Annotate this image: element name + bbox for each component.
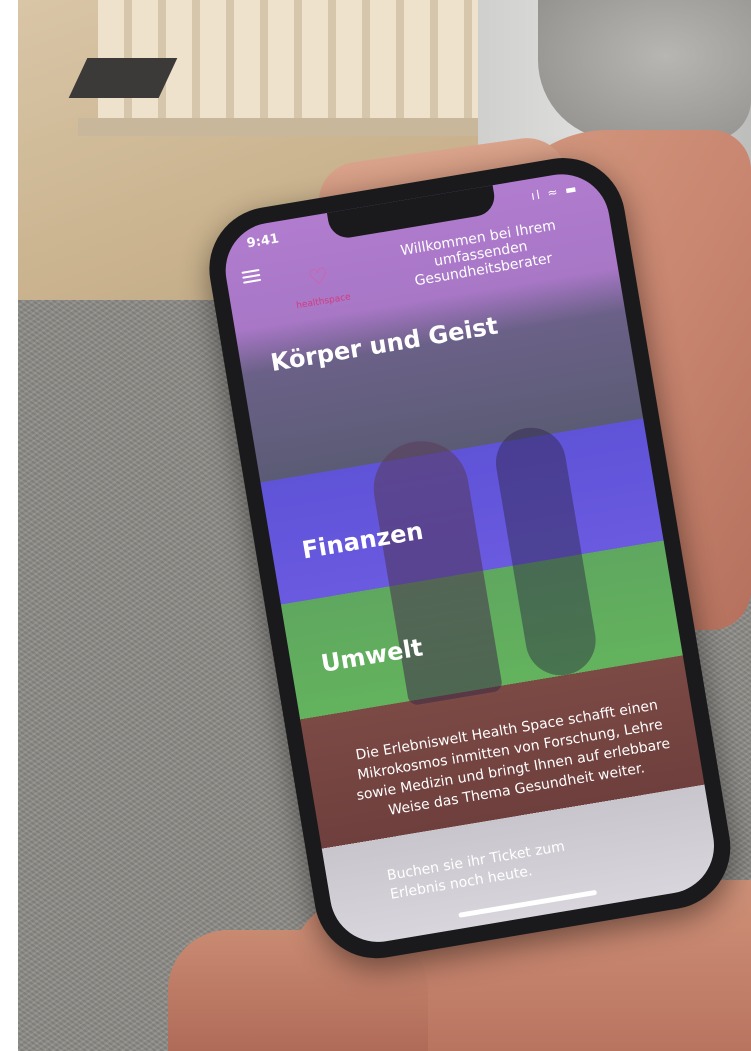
logo-text: healthspace — [295, 292, 352, 312]
heart-icon: ♡ — [306, 263, 331, 292]
ottoman — [538, 0, 751, 140]
dancer-figure — [490, 422, 601, 681]
status-icons: ıl ≈ ▬ — [530, 181, 580, 203]
healthspace-logo: ♡ healthspace — [278, 259, 365, 323]
status-time: 9:41 — [245, 231, 281, 252]
hamburger-menu-icon[interactable] — [241, 268, 262, 284]
section-koerper-und-geist[interactable]: Körper und Geist — [269, 312, 500, 378]
home-indicator[interactable] — [458, 889, 598, 918]
railing-base — [78, 118, 498, 136]
floor-vent — [68, 58, 178, 98]
description-text: Die Erlebniswelt Health Space schafft ei… — [354, 697, 672, 819]
